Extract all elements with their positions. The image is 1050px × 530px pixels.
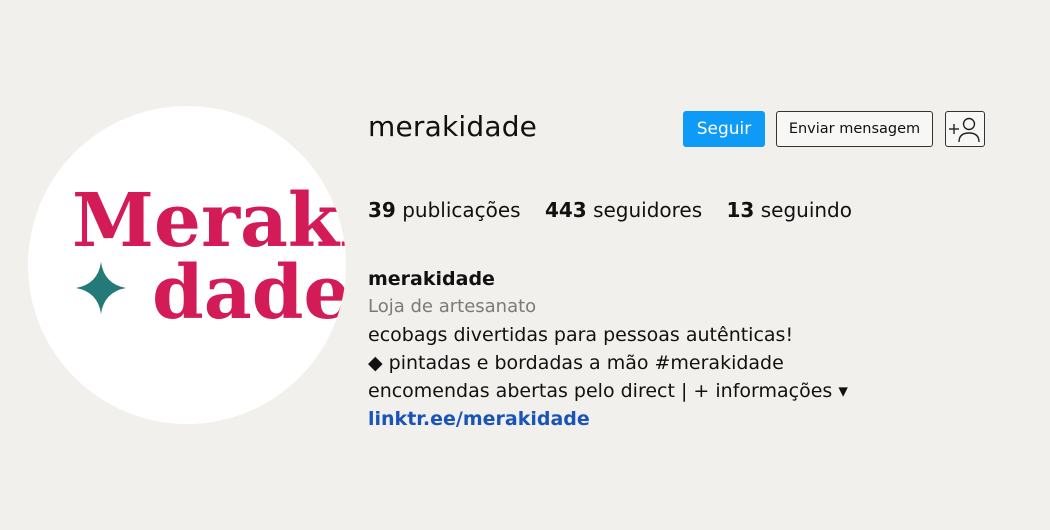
follow-button[interactable]: Seguir [683,111,765,147]
profile-stats: 39 publicações 443 seguidores 13 seguind… [368,198,870,222]
bio-line-1: ecobags divertidas para pessoas autêntic… [368,324,794,346]
posts-count: 39 [368,198,396,222]
posts-stat: 39 publicações [368,198,521,222]
profile-username: merakidade [368,110,538,143]
bio-line-3[interactable]: encomendas abertas pelo direct | + infor… [368,377,1008,405]
sparkle-star-icon [76,262,126,314]
following-stat[interactable]: 13 seguindo [727,198,852,222]
following-count: 13 [726,198,755,222]
send-message-button[interactable]: Enviar mensagem [776,111,933,147]
profile-avatar[interactable]: Meraki dade [28,106,346,424]
suggest-user-button[interactable] [945,111,985,147]
followers-count: 443 [544,198,587,222]
followers-label: seguidores [593,198,703,222]
logo-text-line2: dade [152,250,346,336]
add-user-icon [949,117,980,143]
merakidade-logo: Meraki dade [72,178,346,336]
posts-label: publicações [402,198,521,222]
bio-category: Loja de artesanato [368,296,537,317]
profile-bio: merakidade Loja de artesanato ecobags di… [368,265,1008,433]
bio-external-link[interactable]: linktr.ee/merakidade [368,405,590,433]
following-label: seguindo [760,198,852,222]
bio-name: merakidade [368,268,495,290]
bio-line-2: ◆ pintadas e bordadas a mão #merakidade [368,352,784,374]
followers-stat[interactable]: 443 seguidores [545,198,702,222]
